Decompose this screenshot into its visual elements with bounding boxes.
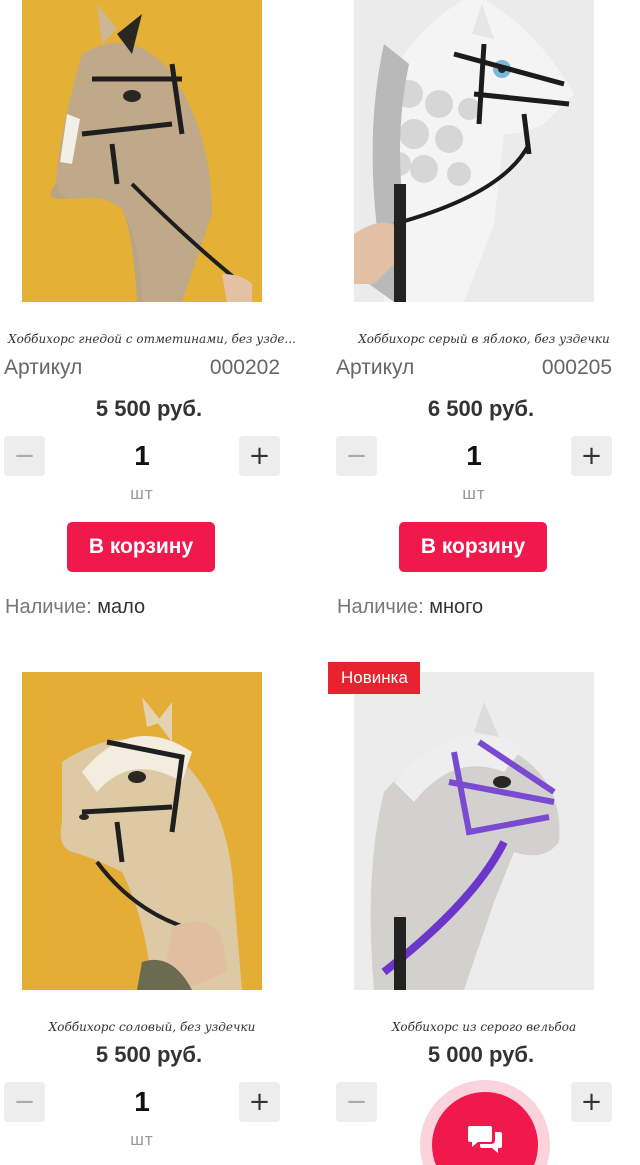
stock-value: много <box>429 596 484 618</box>
product-price: 5 000 руб. <box>427 1042 535 1067</box>
quantity-unit: шт <box>462 484 486 503</box>
product-price: 5 500 руб. <box>95 1042 203 1067</box>
product-price: 5 500 руб. <box>95 396 203 421</box>
product-price: 6 500 руб. <box>427 396 535 421</box>
product-image[interactable] <box>354 672 594 990</box>
sku-row: Артикул 000202 <box>4 356 280 380</box>
increase-qty-button[interactable]: + <box>239 436 280 476</box>
product-title[interactable]: Хоббихорс соловый, без уздечки <box>4 1020 300 1034</box>
quantity-unit: шт <box>130 484 154 503</box>
chat-icon <box>468 1126 502 1153</box>
sku-value: 000202 <box>209 356 280 379</box>
increase-qty-button[interactable]: + <box>571 436 612 476</box>
stock-status: Наличие: много <box>337 596 483 619</box>
product-title[interactable]: Хоббихорс гнедой с отметинами, без узде.… <box>4 332 300 346</box>
add-to-cart-button[interactable]: В корзину <box>67 522 215 572</box>
stock-label: Наличие: <box>5 596 92 618</box>
stock-value: мало <box>97 596 146 618</box>
add-to-cart-button[interactable]: В корзину <box>399 522 547 572</box>
product-grid: Хоббихорс гнедой с отметинами, без узде.… <box>0 0 640 1165</box>
product-title[interactable]: Хоббихорс из серого вельбоа <box>336 1020 632 1034</box>
product-title[interactable]: Хоббихорс серый в яблоко, без уздечки <box>336 332 632 346</box>
decrease-qty-button[interactable]: − <box>336 1082 377 1122</box>
quantity-stepper: − 1 + <box>336 436 612 476</box>
new-badge: Новинка <box>328 662 420 694</box>
sku-value: 000205 <box>541 356 612 379</box>
product-image[interactable] <box>354 0 594 302</box>
stock-label: Наличие: <box>337 596 424 618</box>
product-image[interactable] <box>22 672 262 990</box>
product-image[interactable] <box>22 0 262 302</box>
sku-label: Артикул <box>4 356 83 379</box>
sku-row: Артикул 000205 <box>336 356 612 380</box>
increase-qty-button[interactable]: + <box>571 1082 612 1122</box>
quantity-stepper: − 1 + <box>4 1082 280 1122</box>
sku-label: Артикул <box>336 356 415 379</box>
increase-qty-button[interactable]: + <box>239 1082 280 1122</box>
stock-status: Наличие: мало <box>5 596 145 619</box>
quantity-stepper: − 1 + <box>4 436 280 476</box>
quantity-unit: шт <box>130 1130 154 1149</box>
chat-button-inner <box>432 1092 538 1165</box>
